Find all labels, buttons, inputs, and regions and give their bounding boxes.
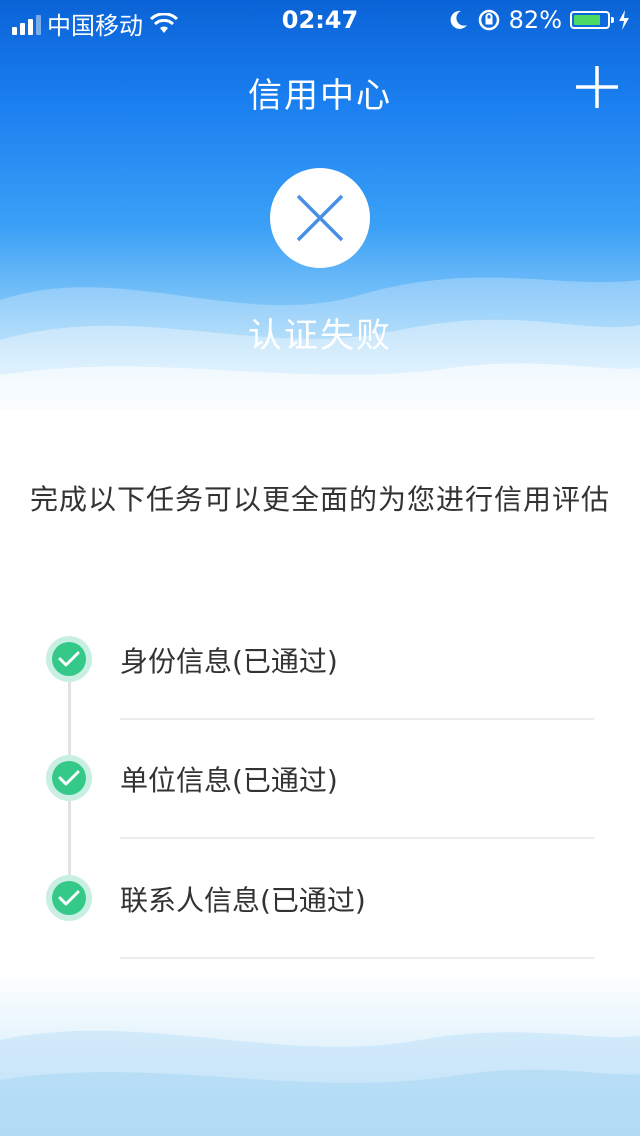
moon-icon xyxy=(450,10,467,29)
check-badge xyxy=(46,875,92,921)
step-label: 单位信息(已通过) xyxy=(120,764,338,797)
battery-icon xyxy=(570,11,614,29)
footer-wave xyxy=(0,970,640,1136)
status-text: 认证失败 xyxy=(248,316,392,356)
check-icon xyxy=(58,890,80,906)
wave-decoration xyxy=(0,1030,640,1136)
step-contacts[interactable]: 联系人信息(已通过) xyxy=(0,861,640,981)
divider xyxy=(120,718,594,720)
page-title: 信用中心 xyxy=(248,76,392,116)
step-identity[interactable]: 身份信息(已通过) xyxy=(0,622,640,742)
subtitle: 完成以下任务可以更全面的为您进行信用评估 xyxy=(29,483,610,516)
close-icon xyxy=(296,194,344,242)
step-label: 联系人信息(已通过) xyxy=(120,884,366,917)
check-badge xyxy=(46,755,92,801)
divider xyxy=(120,957,594,959)
plus-icon[interactable] xyxy=(574,64,620,110)
status-bar: 中国移动 02:47 82% xyxy=(0,0,640,40)
fail-status-circle xyxy=(270,168,370,268)
step-label: 身份信息(已通过) xyxy=(120,645,338,678)
check-icon xyxy=(58,770,80,786)
rotation-lock-icon xyxy=(478,9,499,31)
divider xyxy=(120,837,594,839)
check-badge xyxy=(46,636,92,682)
battery-percent: 82% xyxy=(508,6,562,34)
step-employer[interactable]: 单位信息(已通过) xyxy=(0,741,640,861)
charging-icon xyxy=(619,10,629,30)
check-icon xyxy=(58,651,80,667)
